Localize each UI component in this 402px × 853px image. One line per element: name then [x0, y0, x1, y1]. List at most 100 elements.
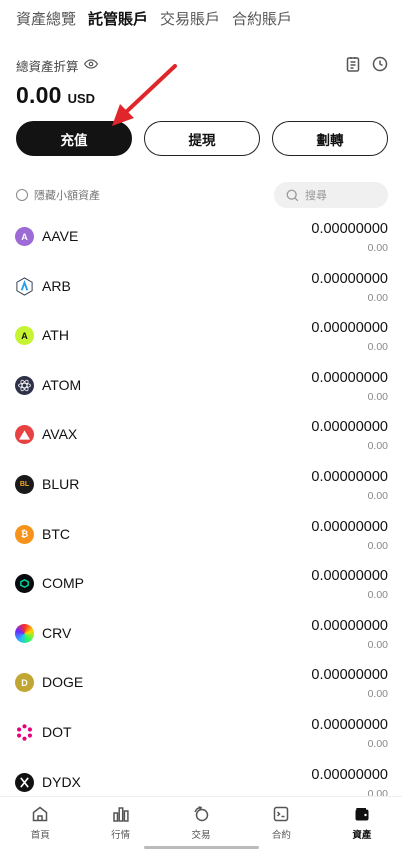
asset-row[interactable]: D DOGE 0.00000000 0.00: [0, 659, 402, 709]
doge-icon: D: [15, 673, 34, 693]
asset-symbol: ATOM: [42, 376, 82, 393]
blur-icon: BL: [15, 474, 34, 494]
search-icon: [286, 189, 299, 201]
dydx-icon: [15, 772, 34, 792]
search-placeholder: 搜尋: [305, 190, 327, 202]
asset-symbol: DOT: [42, 723, 72, 740]
total-balance: 0.00 USD: [16, 82, 95, 109]
deposit-button[interactable]: 充值: [16, 121, 132, 156]
total-assets-label: 總資產折算: [16, 60, 79, 74]
asset-value: 0.00: [367, 242, 388, 254]
transfer-button[interactable]: 劃轉: [272, 121, 388, 156]
trade-icon: [194, 806, 209, 822]
asset-quantity: 0.00000000: [311, 369, 388, 386]
hide-small-assets-toggle[interactable]: 隱藏小額資產: [16, 187, 100, 203]
nav-trade[interactable]: 交易: [161, 797, 241, 853]
balance-currency: USD: [67, 91, 96, 106]
asset-value: 0.00: [367, 291, 388, 304]
nav-assets-label: 資產: [352, 830, 372, 841]
header-actions: [346, 56, 388, 77]
nav-trade-label: 交易: [191, 830, 211, 841]
balance-amount: 0.00: [16, 82, 62, 108]
nav-home[interactable]: 首頁: [0, 797, 80, 853]
eye-icon[interactable]: [83, 57, 98, 74]
asset-symbol: BLUR: [42, 475, 80, 492]
asset-row[interactable]: A AAVE 0.00000000 0.00: [0, 213, 402, 263]
asset-quantity: 0.00000000: [311, 568, 388, 585]
asset-symbol: AAVE: [42, 228, 79, 244]
asset-quantity: 0.00000000: [311, 617, 388, 634]
account-tabs: 資產總覽 託管賬戶 交易賬戶 合約賬戶: [16, 8, 292, 32]
asset-row[interactable]: CRV 0.00000000 0.00: [0, 610, 402, 660]
nav-contract-label: 合約: [271, 830, 291, 841]
nav-contract[interactable]: 合約: [241, 797, 321, 853]
dot-icon: [15, 722, 34, 742]
history-clock-icon[interactable]: [372, 56, 388, 77]
nav-market-label: 行情: [111, 830, 131, 841]
ath-icon: A: [15, 326, 34, 346]
asset-quantity: 0.00000000: [311, 766, 388, 783]
asset-row[interactable]: COMP 0.00000000 0.00: [0, 560, 402, 610]
asset-row[interactable]: BL BLUR 0.00000000 0.00: [0, 461, 402, 511]
search-input[interactable]: 搜尋: [274, 182, 388, 208]
asset-row[interactable]: A ATH 0.00000000 0.00: [0, 312, 402, 362]
asset-symbol: COMP: [42, 575, 84, 592]
asset-value: 0.00: [367, 688, 388, 701]
asset-quantity: 0.00000000: [311, 716, 388, 733]
bottom-nav: 首頁 行情 交易 合約 資產: [0, 796, 402, 853]
tab-custody-account[interactable]: 託管賬戶: [88, 8, 148, 32]
withdraw-button[interactable]: 提現: [144, 121, 260, 156]
asset-value: 0.00: [367, 390, 388, 403]
asset-value: 0.00: [367, 489, 388, 502]
asset-value: 0.00: [367, 440, 388, 453]
nav-market[interactable]: 行情: [80, 797, 160, 853]
radio-icon: [16, 189, 28, 201]
asset-symbol: AVAX: [42, 426, 78, 443]
home-indicator: [144, 846, 259, 849]
asset-row[interactable]: ATOM 0.00000000 0.00: [0, 362, 402, 412]
asset-quantity: 0.00000000: [311, 221, 388, 237]
asset-list: A AAVE 0.00000000 0.00 ARB 0.00000000 0.…: [0, 213, 402, 808]
asset-row[interactable]: AVAX 0.00000000 0.00: [0, 411, 402, 461]
tab-trading-account[interactable]: 交易賬戶: [160, 8, 220, 32]
asset-value: 0.00: [367, 539, 388, 552]
wallet-icon: [355, 808, 369, 821]
asset-quantity: 0.00000000: [311, 518, 388, 535]
asset-symbol: ARB: [42, 277, 71, 294]
aave-icon: A: [15, 227, 34, 246]
asset-symbol: DYDX: [42, 773, 81, 790]
arb-icon: [15, 276, 34, 296]
home-icon: [32, 806, 48, 822]
total-assets-label-row: 總資產折算: [16, 56, 98, 75]
asset-value: 0.00: [367, 341, 388, 354]
asset-value: 0.00: [367, 737, 388, 750]
asset-row[interactable]: DOT 0.00000000 0.00: [0, 709, 402, 759]
asset-symbol: BTC: [42, 525, 70, 542]
asset-value: 0.00: [367, 638, 388, 651]
crv-icon: [15, 623, 34, 643]
btc-icon: ₿: [15, 524, 34, 544]
comp-icon: [15, 574, 34, 594]
asset-quantity: 0.00000000: [311, 419, 388, 436]
asset-quantity: 0.00000000: [311, 320, 388, 337]
avax-icon: [15, 425, 34, 445]
asset-quantity: 0.00000000: [311, 667, 388, 684]
hide-small-assets-label: 隱藏小額資產: [34, 190, 100, 202]
asset-symbol: ATH: [42, 327, 69, 344]
records-icon[interactable]: [346, 56, 360, 77]
asset-row[interactable]: ARB 0.00000000 0.00: [0, 263, 402, 313]
nav-assets[interactable]: 資產: [322, 797, 402, 853]
atom-icon: [15, 375, 34, 395]
asset-quantity: 0.00000000: [311, 468, 388, 485]
tab-contract-account[interactable]: 合約賬戶: [232, 8, 292, 32]
asset-row[interactable]: ₿ BTC 0.00000000 0.00: [0, 511, 402, 561]
action-buttons: 充值 提現 劃轉: [16, 121, 388, 156]
market-chart-icon: [112, 807, 129, 822]
asset-symbol: CRV: [42, 624, 72, 641]
filter-row: 隱藏小額資產 搜尋: [16, 182, 388, 208]
asset-symbol: DOGE: [42, 674, 84, 691]
asset-quantity: 0.00000000: [311, 270, 388, 287]
asset-value: 0.00: [367, 589, 388, 602]
tab-overview[interactable]: 資產總覽: [16, 8, 76, 32]
nav-home-label: 首頁: [30, 830, 50, 841]
